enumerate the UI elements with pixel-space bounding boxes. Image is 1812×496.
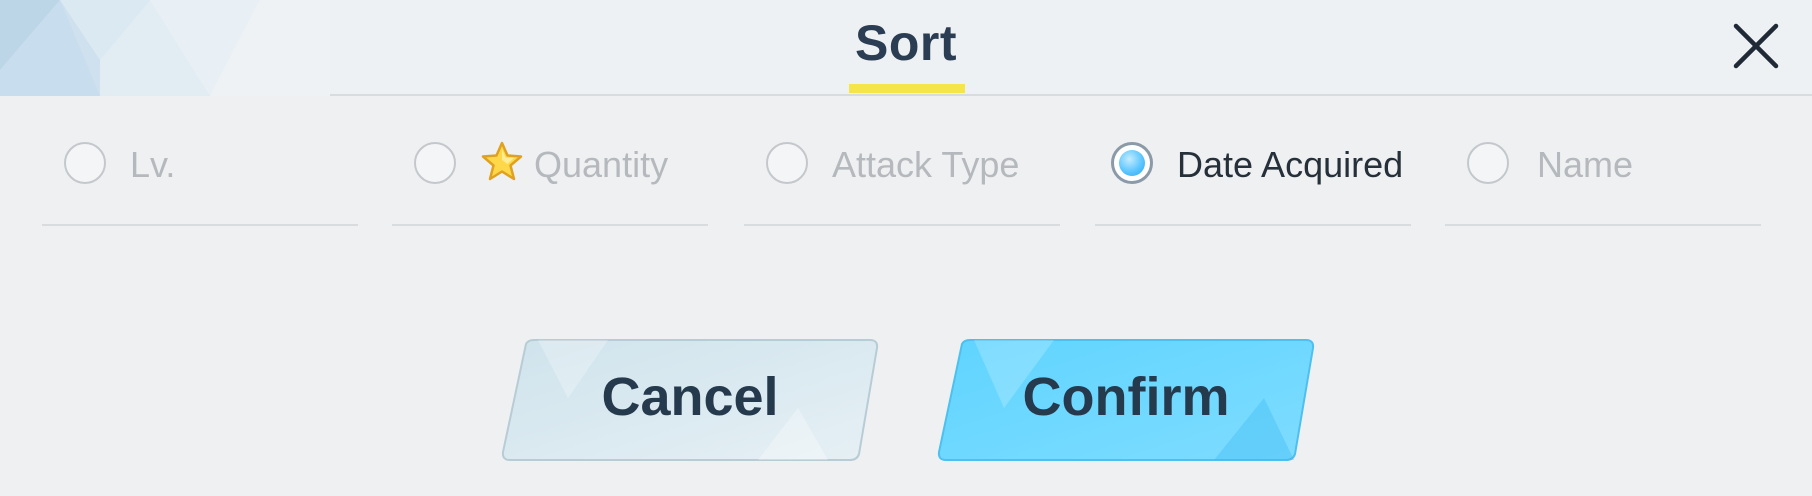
- star-icon: [480, 140, 524, 184]
- option-divider: [744, 224, 1060, 226]
- option-label-date-acquired: Date Acquired: [1177, 144, 1404, 185]
- sort-option-quantity[interactable]: Quantity: [392, 98, 708, 228]
- option-label-lv: Lv.: [130, 144, 176, 185]
- dialog-title: Sort: [855, 15, 957, 71]
- close-button[interactable]: [1726, 16, 1786, 76]
- sort-option-lv[interactable]: Lv.: [42, 98, 358, 228]
- confirm-button[interactable]: Confirm: [934, 338, 1318, 464]
- title-underline: [849, 84, 965, 93]
- radio-quantity[interactable]: [414, 142, 456, 184]
- option-label-attack-type: Attack Type: [832, 144, 1020, 185]
- dialog-header: Sort: [0, 0, 1812, 96]
- option-label-quantity: Quantity: [534, 144, 669, 185]
- cancel-button[interactable]: Cancel: [498, 338, 882, 464]
- radio-attack-type[interactable]: [766, 142, 808, 184]
- sort-option-date-acquired[interactable]: Date Acquired: [1095, 98, 1411, 228]
- sort-options: Lv. Quantity Attack Type Date Acquired N…: [0, 98, 1812, 228]
- sort-option-name[interactable]: Name: [1445, 98, 1761, 228]
- option-divider: [392, 224, 708, 226]
- radio-name[interactable]: [1467, 142, 1509, 184]
- radio-date-acquired[interactable]: [1111, 142, 1153, 184]
- close-icon: [1733, 23, 1779, 69]
- option-label-name: Name: [1537, 144, 1634, 185]
- cancel-label: Cancel: [601, 367, 779, 427]
- radio-lv[interactable]: [64, 142, 106, 184]
- option-divider: [42, 224, 358, 226]
- sort-option-attack-type[interactable]: Attack Type: [744, 98, 1060, 228]
- option-divider: [1095, 224, 1411, 226]
- confirm-label: Confirm: [1022, 367, 1230, 427]
- option-divider: [1445, 224, 1761, 226]
- sort-dialog: Sort Lv. Quantity Attack Type Date Acqui…: [0, 0, 1812, 496]
